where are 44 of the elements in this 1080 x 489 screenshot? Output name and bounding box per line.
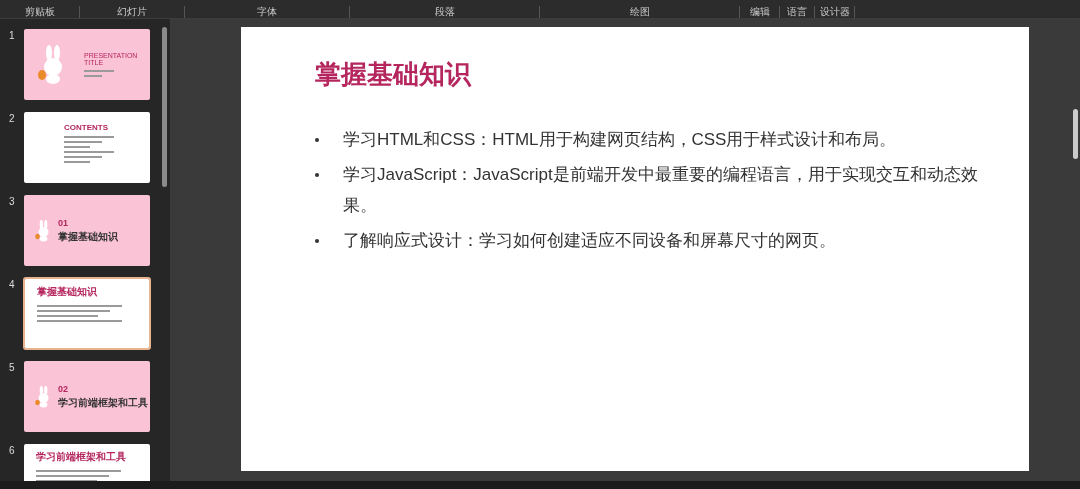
bullet-text: 了解响应式设计：学习如何创建适应不同设备和屏幕尺寸的网页。 — [343, 230, 836, 252]
slide-number: 2 — [8, 112, 16, 126]
text-line-placeholder — [64, 156, 102, 158]
text-line-placeholder — [64, 151, 114, 153]
slide-thumbnail[interactable]: 掌握基础知识 — [23, 277, 151, 350]
text-line-placeholder — [64, 161, 90, 163]
slide-thumbnail[interactable]: 02 学习前端框架和工具 — [23, 360, 151, 433]
thumbnail-title: CONTENTS — [64, 124, 109, 132]
ribbon-group-label: 绘图 — [629, 7, 650, 17]
ribbon-group-label: 设计器 — [819, 7, 850, 17]
bullet-icon — [315, 138, 319, 142]
thumbnail-title: 学习前端框架和工具 — [58, 398, 148, 408]
slide-number: 6 — [8, 444, 16, 458]
bullet-icon — [315, 173, 319, 177]
thumbnail-title: 掌握基础知识 — [37, 287, 98, 297]
text-line-placeholder — [64, 146, 90, 148]
bullet-text: 学习JavaScript：JavaScript是前端开发中最重要的编程语言，用于实现交互和动态效果。 — [343, 164, 979, 217]
thumbnail-title: 学习前端框架和工具 — [36, 452, 127, 462]
slide-title: 掌握基础知识 — [315, 58, 473, 91]
slide-thumbnail[interactable]: 01 掌握基础知识 — [23, 194, 151, 267]
ribbon-group-label: 剪贴板 — [24, 7, 55, 17]
ribbon-group-label: 幻灯片 — [117, 7, 147, 17]
section-number: 02 — [58, 385, 69, 394]
slide-thumbnail[interactable]: 学习前端框架和工具 — [23, 443, 151, 481]
slide-thumbnail[interactable]: CONTENTS — [23, 111, 151, 184]
slide-number: 5 — [8, 361, 16, 375]
slide-number: 4 — [8, 278, 16, 292]
text-line-placeholder — [84, 75, 102, 77]
ribbon-group-label: 语言 — [787, 7, 807, 17]
bullet-text: 学习HTML和CSS：HTML用于构建网页结构，CSS用于样式设计和布局。 — [343, 129, 897, 151]
thumbnail-title: 掌握基础知识 — [58, 232, 118, 242]
section-number: 01 — [58, 219, 69, 228]
text-line-placeholder — [64, 141, 102, 143]
ribbon-group-label: 字体 — [257, 7, 277, 17]
ribbon-group-label: 段落 — [434, 7, 455, 17]
slide-number: 3 — [8, 195, 16, 209]
bullet-icon — [315, 239, 319, 243]
ribbon-group-label: 编辑 — [749, 7, 770, 17]
slide-number: 1 — [8, 29, 16, 43]
scrollbar-thumb[interactable] — [1073, 109, 1078, 159]
text-line-placeholder — [84, 70, 114, 72]
text-line-placeholder — [37, 315, 98, 317]
scrollbar-thumb[interactable] — [162, 27, 167, 187]
text-line-placeholder — [64, 136, 114, 138]
